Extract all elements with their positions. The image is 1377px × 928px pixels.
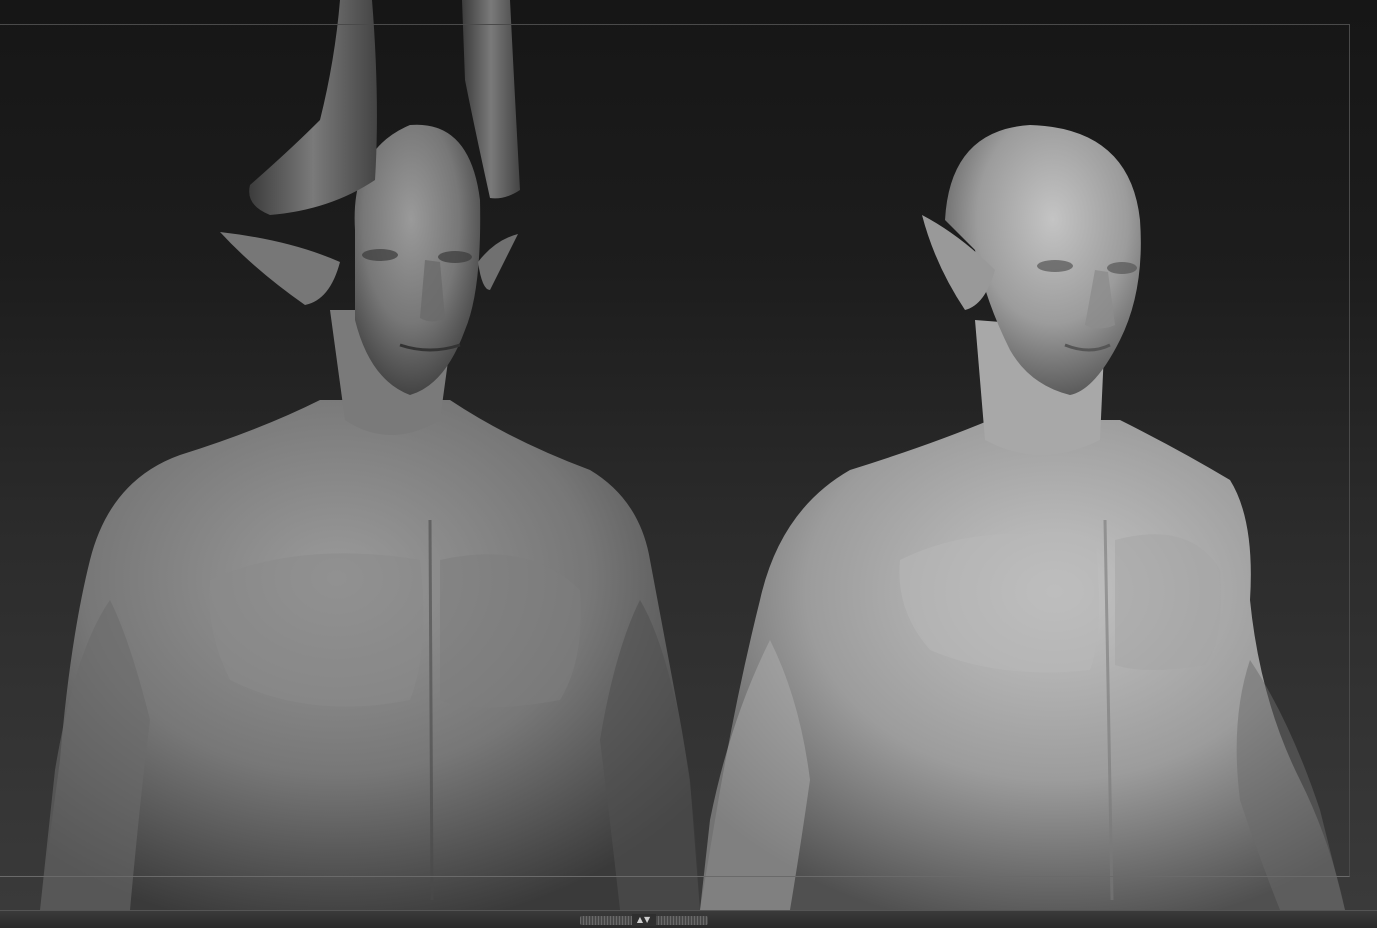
bottom-tray: ▲▼ — [0, 910, 1377, 928]
left-ear-right — [478, 234, 518, 290]
horned-elf-model[interactable] — [40, 0, 700, 910]
tray-toggle-arrows-icon[interactable]: ▲▼ — [632, 914, 656, 926]
sculpt-render — [40, 0, 1345, 910]
left-horn-left — [249, 0, 377, 215]
zbrush-canvas[interactable] — [0, 0, 1377, 910]
left-ear-left — [220, 232, 340, 305]
elf-model[interactable] — [700, 125, 1345, 910]
